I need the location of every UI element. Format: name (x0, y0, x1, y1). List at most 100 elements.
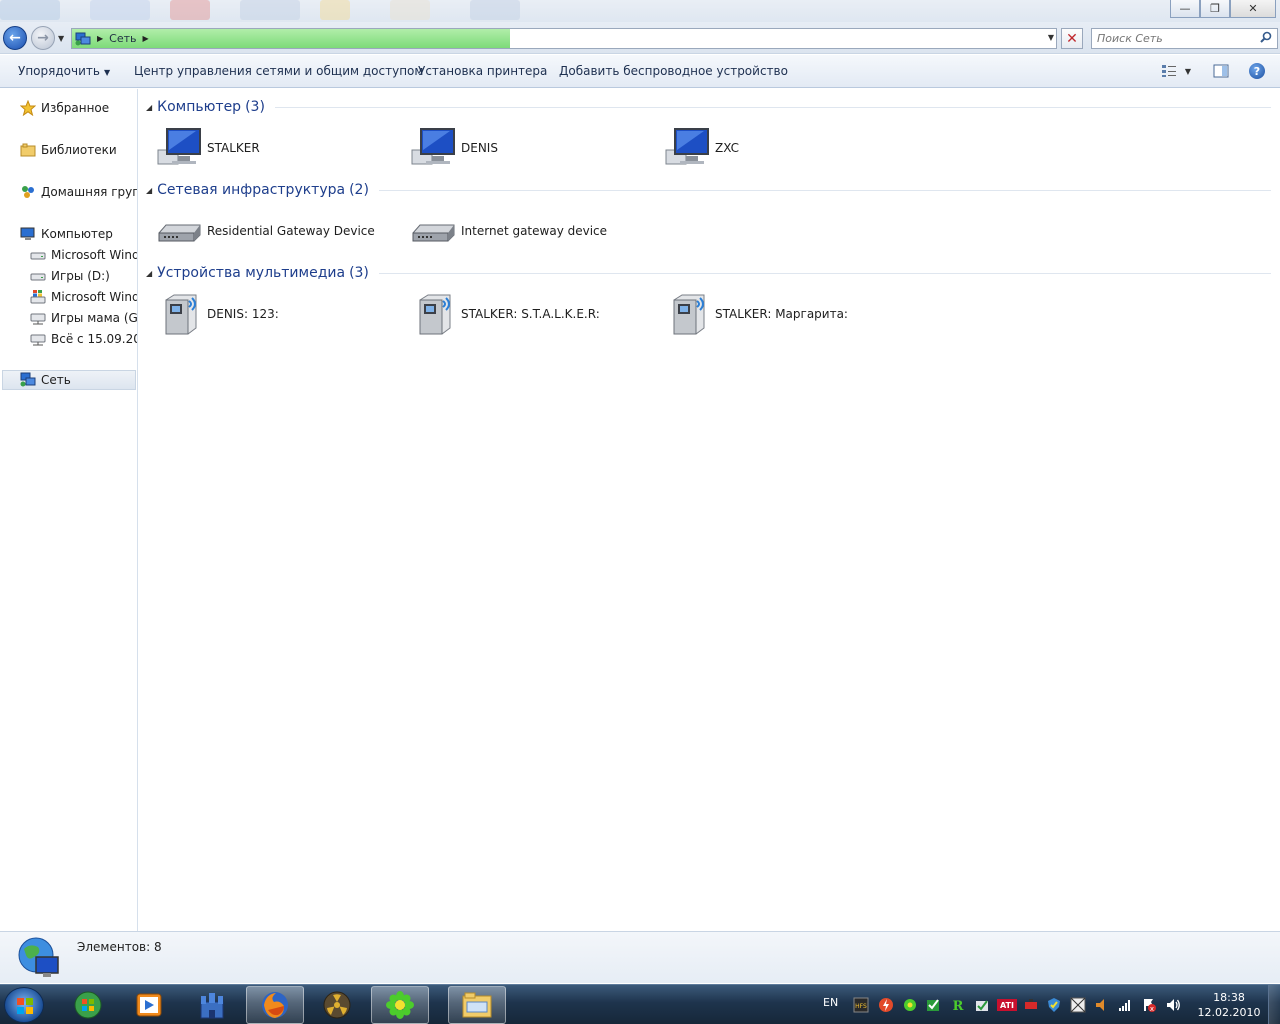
group-divider (378, 272, 1271, 274)
back-button[interactable]: ← (3, 26, 27, 50)
organize-label: Упорядочить (18, 64, 100, 78)
group-title: Устройства мультимедиа (157, 265, 346, 281)
background-ghost (240, 0, 300, 20)
libraries-icon (20, 143, 36, 157)
sidebar-item-network-drive[interactable]: Игры мама (G:) (30, 308, 137, 328)
r-app-icon[interactable]: R (950, 997, 966, 1013)
group-divider (378, 189, 1271, 191)
network-item-media-device[interactable]: STALKER: Маргарита: (664, 292, 848, 336)
network-item-router[interactable]: Residential Gateway Device (156, 209, 375, 253)
media-device-icon (673, 294, 705, 335)
chevron-down-icon: ▼ (1184, 66, 1192, 76)
sidebar-item-favorites[interactable]: Избранное (20, 98, 109, 118)
clock[interactable]: 18:38 12.02.2010 (1192, 990, 1266, 1020)
volume-icon[interactable] (1165, 997, 1181, 1013)
group-header-infrastructure[interactable]: ◢ Сетевая инфраструктура (2) (146, 180, 1271, 200)
update-icon[interactable] (974, 997, 990, 1013)
command-bar: Упорядочить ▼ Центр управления сетями и о… (0, 55, 1280, 88)
add-wireless-device-button[interactable]: Добавить беспроводное устройство (559, 64, 788, 78)
group-header-computers[interactable]: ◢ Компьютер (3) (146, 97, 1271, 117)
sidebar-item-network-drive[interactable]: Всё с 15.09.2009 (30, 329, 137, 349)
network-center-button[interactable]: Центр управления сетями и общим доступом (134, 64, 423, 78)
taskbar-app-media-player[interactable] (120, 986, 178, 1024)
windows-drive-icon (30, 290, 46, 304)
sidebar-item-drive[interactable]: Microsoft Windows (30, 245, 137, 265)
search-icon[interactable] (1260, 31, 1272, 43)
computer-icon (411, 128, 455, 165)
preview-pane-button[interactable] (1212, 62, 1230, 80)
stop-button[interactable]: ✕ (1061, 28, 1083, 49)
icq-tray-icon[interactable] (902, 997, 918, 1013)
sidebar-item-label: Домашняя группа (41, 185, 137, 199)
star-icon (20, 100, 36, 116)
taskbar-app-castle[interactable] (183, 986, 241, 1024)
network-item-router[interactable]: Internet gateway device (410, 209, 607, 253)
item-label: ZXC (715, 141, 739, 155)
help-button[interactable]: ? (1248, 62, 1266, 80)
breadcrumb-separator[interactable]: ▶ (97, 34, 103, 43)
sidebar-item-libraries[interactable]: Библиотеки (20, 140, 117, 160)
organize-button[interactable]: Упорядочить ▼ (18, 64, 110, 78)
network-item-computer[interactable]: ZXC (664, 126, 739, 170)
hfs-icon[interactable]: HFS (853, 997, 869, 1013)
network-item-media-device[interactable]: STALKER: S.T.A.L.K.E.R: (410, 292, 600, 336)
breadcrumb-separator[interactable]: ▶ (143, 34, 149, 43)
background-ghost (320, 0, 350, 20)
media-device-icon (165, 294, 197, 335)
sidebar-item-computer[interactable]: Компьютер (20, 224, 113, 244)
action-center-icon[interactable]: x (1141, 997, 1157, 1013)
flash-icon[interactable] (878, 997, 894, 1013)
breadcrumb-network[interactable]: Сеть (109, 32, 136, 45)
collapse-triangle-icon[interactable]: ◢ (146, 103, 152, 112)
sidebar-item-label: Компьютер (41, 227, 113, 241)
address-bar[interactable]: ▶ Сеть ▶ ▼ (71, 28, 1057, 49)
show-desktop-button[interactable] (1268, 985, 1280, 1024)
preview-pane-icon (1213, 64, 1229, 78)
taskbar-app-explorer[interactable] (448, 986, 506, 1024)
speaker-alert-icon[interactable] (1094, 997, 1110, 1013)
taskbar-app-game[interactable] (308, 986, 366, 1024)
forward-button[interactable]: → (31, 26, 55, 50)
sidebar-item-drive[interactable]: Игры (D:) (30, 266, 110, 286)
help-icon: ? (1249, 63, 1265, 79)
group-count: (3) (349, 265, 369, 281)
grid-app-icon[interactable] (1070, 997, 1086, 1013)
media-device-icon (419, 294, 451, 335)
language-indicator[interactable]: EN (823, 996, 838, 1009)
collapse-triangle-icon[interactable]: ◢ (146, 269, 152, 278)
taskbar-app-firefox[interactable] (246, 986, 304, 1024)
shield-check-icon[interactable] (1046, 997, 1062, 1013)
recent-pages-button[interactable]: ▼ (58, 34, 64, 43)
router-icon (158, 224, 201, 242)
network-item-media-device[interactable]: DENIS: 123: (156, 292, 279, 336)
add-printer-button[interactable]: Установка принтера (418, 64, 547, 78)
item-label: DENIS (461, 141, 498, 155)
radiation-game-icon (323, 991, 351, 1019)
sidebar-item-network[interactable]: Сеть (2, 370, 136, 390)
group-header-multimedia[interactable]: ◢ Устройства мультимедиа (3) (146, 263, 1271, 283)
signal-icon[interactable] (1117, 997, 1133, 1013)
start-button[interactable] (4, 987, 44, 1023)
taskbar-app-icq[interactable] (371, 986, 429, 1024)
ati-icon[interactable]: ATI (997, 997, 1017, 1013)
address-history-dropdown[interactable]: ▼ (1048, 33, 1054, 42)
sidebar-item-drive[interactable]: Microsoft Windows (30, 287, 137, 307)
clock-date: 12.02.2010 (1197, 1006, 1261, 1019)
network-drive-icon (30, 313, 46, 325)
sidebar-item-homegroup[interactable]: Домашняя группа (20, 182, 137, 202)
castle-app-icon (200, 993, 224, 1019)
collapse-triangle-icon[interactable]: ◢ (146, 186, 152, 195)
drive-icon (30, 252, 46, 260)
change-view-button[interactable]: ▼ (1157, 62, 1195, 80)
minimize-button[interactable]: — (1170, 0, 1200, 18)
chevron-down-icon: ▼ (103, 68, 111, 77)
search-input[interactable] (1097, 32, 1247, 45)
network-item-computer[interactable]: DENIS (410, 126, 498, 170)
taskbar-app-media-center[interactable] (59, 986, 117, 1024)
close-button[interactable]: ✕ (1230, 0, 1276, 18)
search-box[interactable] (1091, 28, 1278, 49)
network-item-computer[interactable]: STALKER (156, 126, 260, 170)
maximize-button[interactable]: ❐ (1200, 0, 1230, 18)
check-icon[interactable] (926, 997, 942, 1013)
device-icon[interactable] (1023, 997, 1039, 1013)
